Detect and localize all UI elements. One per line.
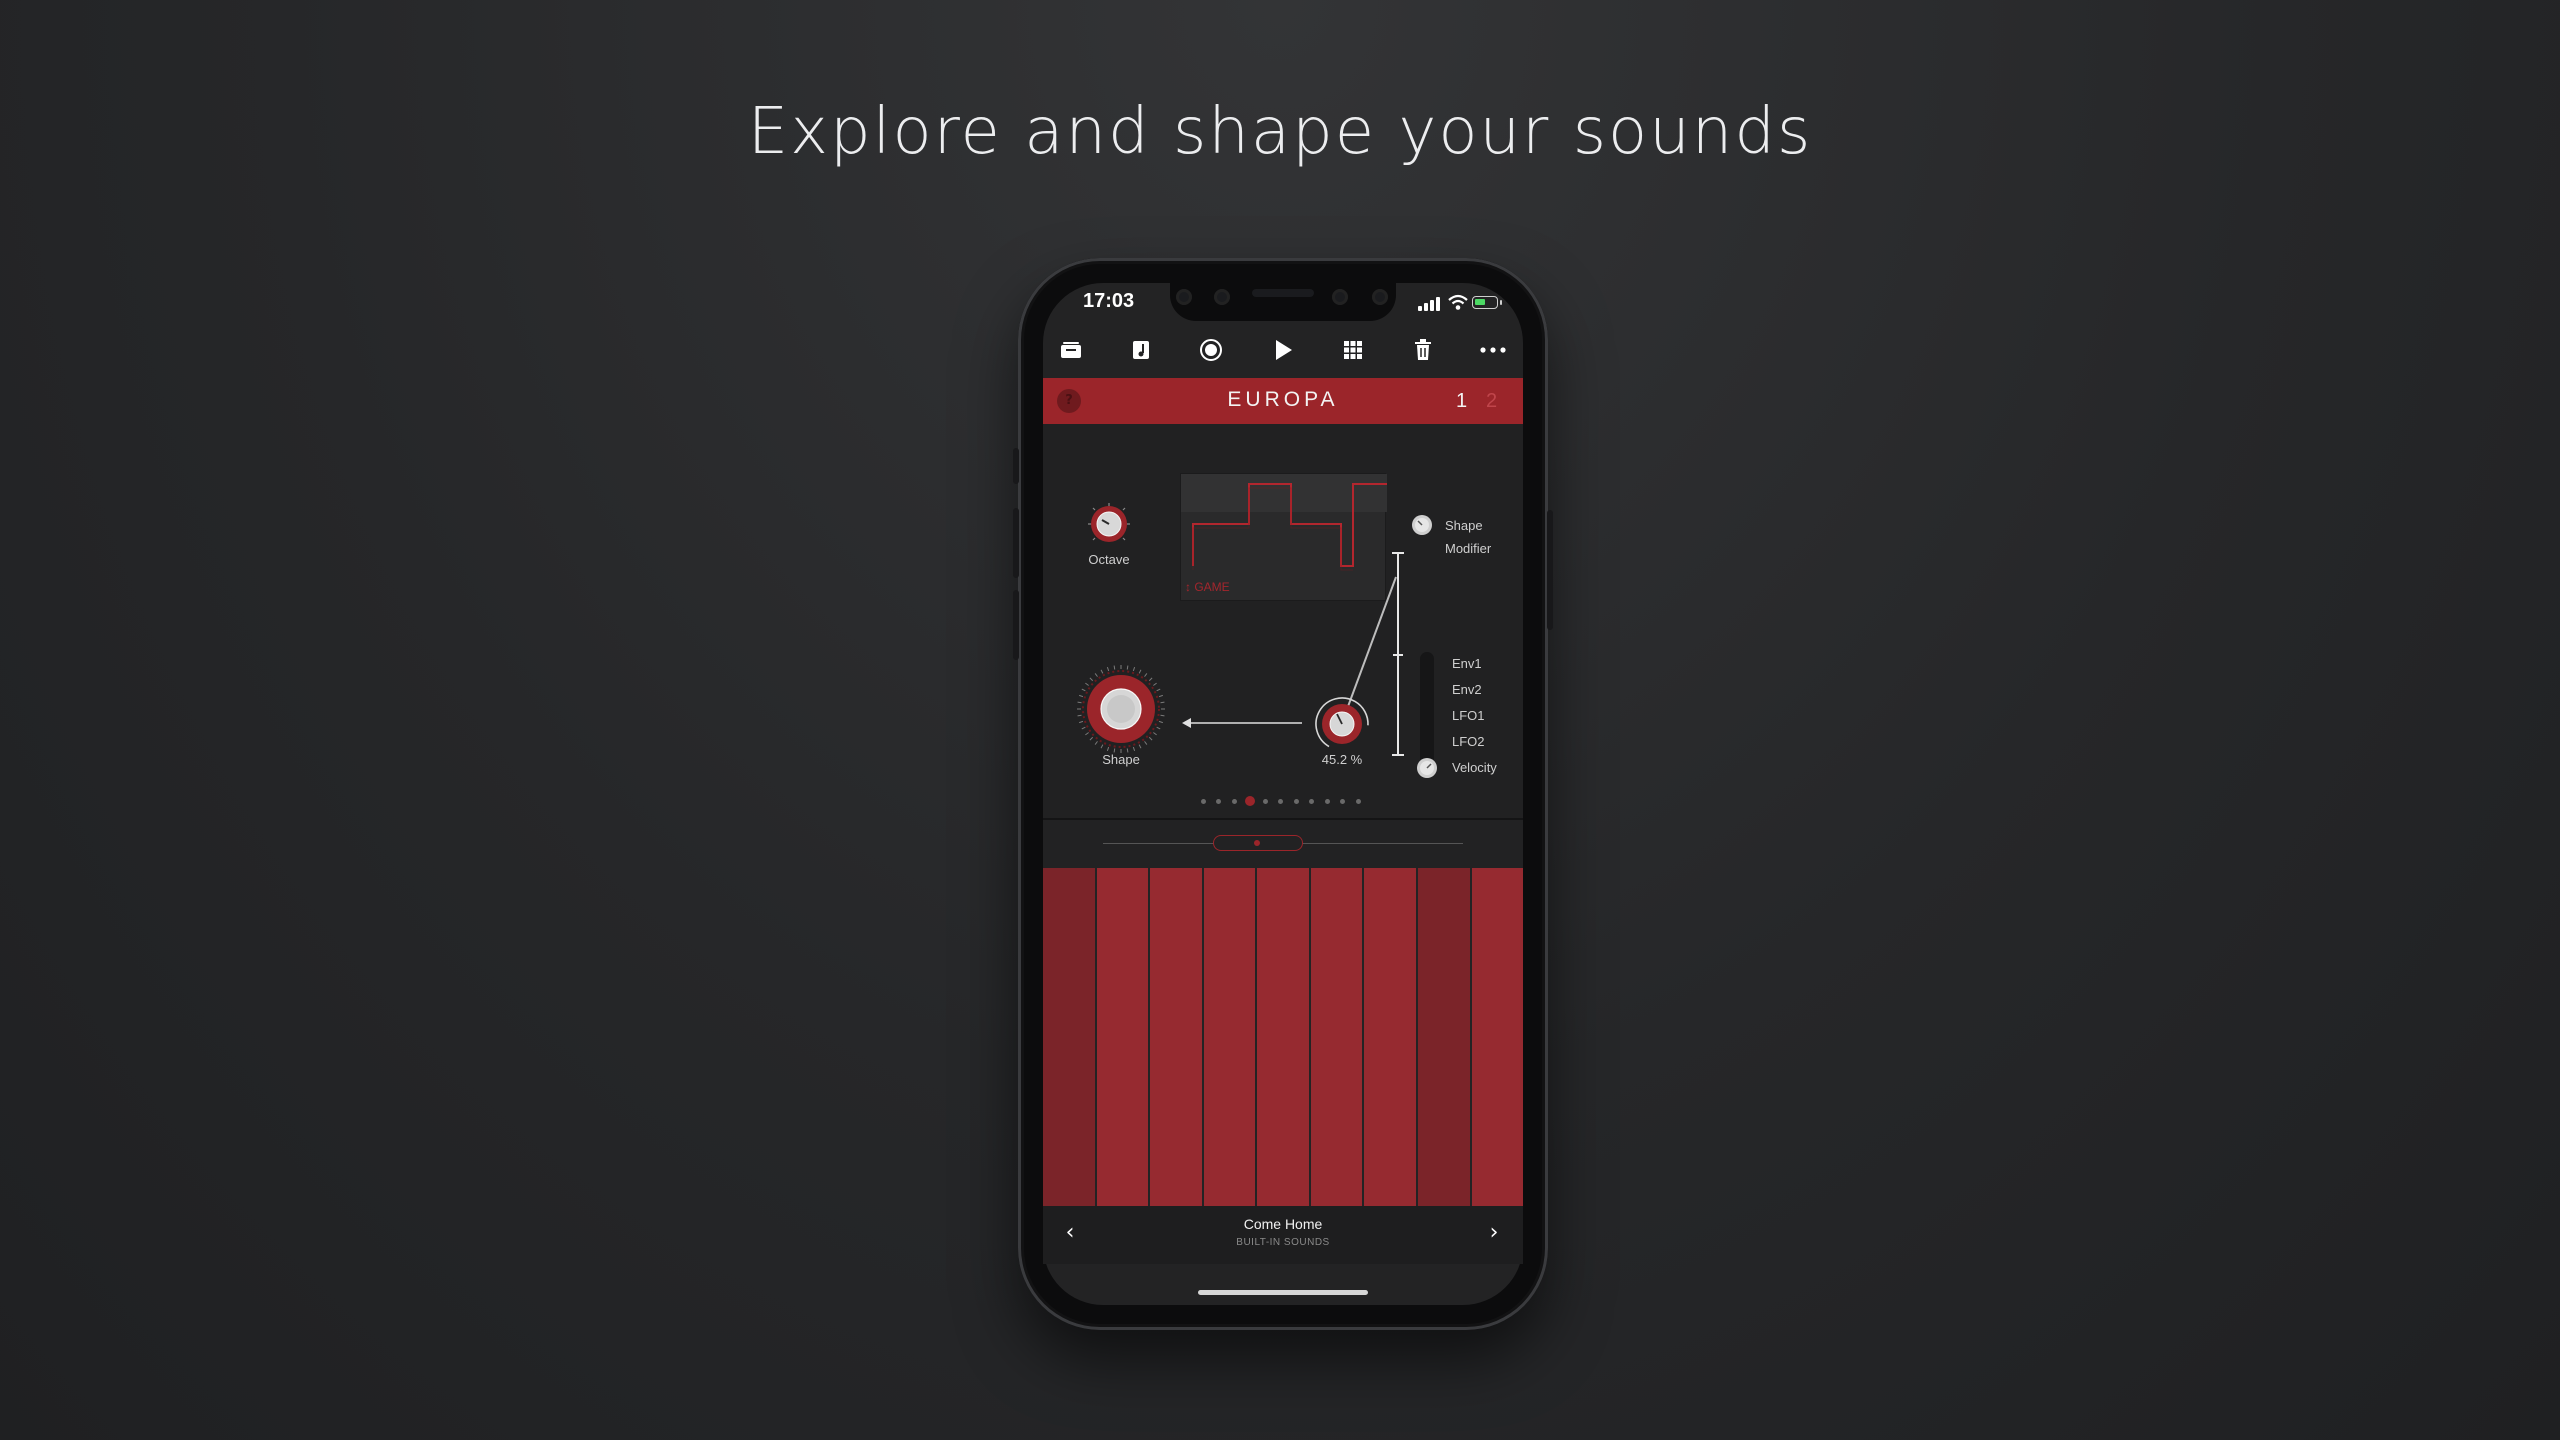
mod-amount-value: 45.2 % xyxy=(1321,752,1363,767)
status-icons xyxy=(1418,294,1504,314)
status-time: 17:03 xyxy=(1083,290,1135,312)
page-dot[interactable] xyxy=(1324,798,1330,804)
notch xyxy=(1170,283,1396,321)
target-modifier[interactable]: Modifier xyxy=(1445,541,1491,556)
key-pad[interactable] xyxy=(1471,868,1524,1206)
shape-label: Shape xyxy=(1102,752,1140,767)
page-dot[interactable] xyxy=(1216,798,1221,804)
page-dot[interactable] xyxy=(1262,798,1268,804)
source-lfo1[interactable]: LFO1 xyxy=(1452,708,1485,723)
preset-bar: ‹ Come Home BUILT-IN SOUNDS › xyxy=(1043,1206,1523,1264)
record-icon[interactable] xyxy=(1193,332,1229,368)
scroll-handle[interactable] xyxy=(1213,835,1303,851)
octave-label: Octave xyxy=(1088,552,1130,567)
source-env1[interactable]: Env1 xyxy=(1452,656,1482,671)
page-dot[interactable] xyxy=(1293,798,1299,804)
wifi-icon xyxy=(1448,294,1468,310)
target-selector-knob[interactable] xyxy=(1411,514,1433,536)
key-pad[interactable] xyxy=(1364,868,1418,1206)
keyboard xyxy=(1043,868,1524,1206)
page-dots xyxy=(1196,796,1376,806)
inbox-icon[interactable] xyxy=(1053,332,1089,368)
page-dot-active[interactable] xyxy=(1244,796,1255,806)
trash-icon[interactable] xyxy=(1405,332,1441,368)
page-2-tab[interactable]: 2 xyxy=(1486,390,1497,413)
page-dot[interactable] xyxy=(1231,798,1237,804)
source-selector-knob[interactable] xyxy=(1416,757,1438,779)
volume-up-button xyxy=(1013,508,1019,578)
mod-amount-knob[interactable] xyxy=(1312,694,1372,754)
page-dot[interactable] xyxy=(1200,798,1206,804)
instrument-name: EUROPA xyxy=(1227,388,1339,411)
key-pad[interactable] xyxy=(1203,868,1258,1206)
key-pad[interactable] xyxy=(1043,868,1097,1206)
key-pad[interactable] xyxy=(1096,868,1151,1206)
next-preset-button[interactable]: › xyxy=(1479,1218,1509,1248)
toolbar xyxy=(1043,328,1523,374)
music-note-icon[interactable] xyxy=(1123,332,1159,368)
home-indicator[interactable] xyxy=(1198,1290,1368,1295)
waveform-mode[interactable]: ↕ GAME xyxy=(1185,580,1230,594)
key-pad[interactable] xyxy=(1257,868,1311,1206)
power-button xyxy=(1547,510,1553,630)
source-velocity[interactable]: Velocity xyxy=(1452,760,1497,775)
source-lfo2[interactable]: LFO2 xyxy=(1452,734,1485,749)
keyboard-scroll-strip xyxy=(1043,820,1523,868)
page-dot[interactable] xyxy=(1355,798,1361,804)
source-env2[interactable]: Env2 xyxy=(1452,682,1482,697)
grid-icon[interactable] xyxy=(1335,332,1371,368)
play-icon[interactable] xyxy=(1265,332,1301,368)
volume-down-button xyxy=(1013,590,1019,660)
key-pad[interactable] xyxy=(1150,868,1204,1206)
target-shape[interactable]: Shape xyxy=(1445,518,1483,533)
page-dot[interactable] xyxy=(1278,798,1283,804)
page-dot[interactable] xyxy=(1309,798,1314,804)
page-1-tab[interactable]: 1 xyxy=(1456,390,1467,413)
key-pad[interactable] xyxy=(1417,868,1472,1206)
more-icon[interactable] xyxy=(1475,332,1511,368)
preset-name: Come Home xyxy=(1243,1216,1323,1232)
mute-switch xyxy=(1013,448,1019,484)
modulation-arrow xyxy=(1182,718,1302,728)
page-dot[interactable] xyxy=(1340,798,1345,804)
battery-icon xyxy=(1472,296,1502,309)
instrument-title-bar: ? EUROPA 1 2 xyxy=(1043,378,1523,424)
headline: Explore and shape your sounds xyxy=(747,95,1813,169)
octave-knob[interactable] xyxy=(1085,500,1133,548)
key-pad[interactable] xyxy=(1310,868,1365,1206)
shape-knob[interactable] xyxy=(1076,664,1166,754)
preset-category: BUILT-IN SOUNDS xyxy=(1236,1237,1330,1248)
